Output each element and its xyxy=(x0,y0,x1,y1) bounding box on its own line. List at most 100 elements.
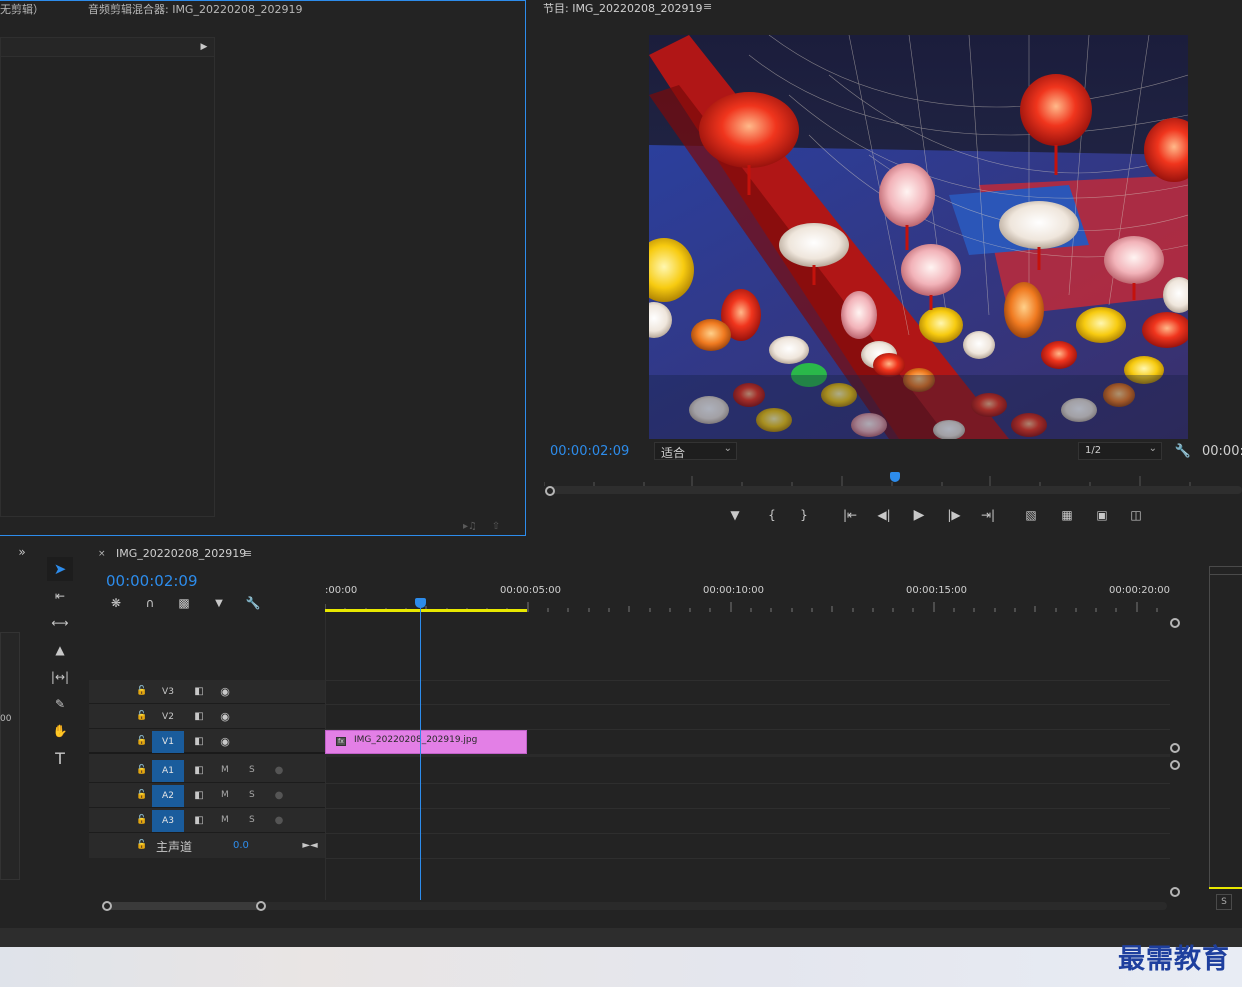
resolution-label: 1/2 xyxy=(1085,445,1102,456)
slip-tool-icon[interactable]: |↔| xyxy=(49,666,71,688)
add-marker-icon[interactable]: ▼ xyxy=(727,507,743,523)
audio-scroll-top-handle[interactable] xyxy=(1170,760,1180,770)
microphone-icon[interactable]: ● xyxy=(273,813,285,827)
lock-icon[interactable]: 🔓 xyxy=(136,709,148,723)
nest-icon[interactable]: ❋ xyxy=(107,595,125,611)
audio-output-icon[interactable]: ▸♫ xyxy=(462,519,478,533)
audio-scroll-bottom-handle[interactable] xyxy=(1170,887,1180,897)
type-tool-icon[interactable]: T xyxy=(49,747,71,769)
lift-icon[interactable]: ▧ xyxy=(1021,507,1041,523)
add-marker-icon[interactable]: ▼ xyxy=(210,595,228,611)
sync-lock-icon[interactable]: ◧ xyxy=(192,709,206,723)
image-clip[interactable]: fx IMG_20220208_202919.jpg xyxy=(325,730,527,754)
sequence-menu-icon[interactable]: ≡ xyxy=(243,547,252,560)
playhead-handle-icon[interactable] xyxy=(415,598,426,608)
close-tab-icon[interactable]: × xyxy=(98,549,106,559)
expand-arrow-icon[interactable]: ▶ xyxy=(198,39,210,55)
timeline-settings-icon[interactable]: 🔧 xyxy=(244,595,262,611)
fit-dropdown[interactable]: 适合 ⌄ xyxy=(654,442,737,460)
eye-icon[interactable]: ◉ xyxy=(218,734,232,748)
lock-icon[interactable]: 🔓 xyxy=(136,684,148,698)
eye-icon[interactable]: ◉ xyxy=(218,709,232,723)
program-title[interactable]: 节目: IMG_20220208_202919 xyxy=(543,0,702,16)
sequence-timecode[interactable]: 00:00:02:09 xyxy=(106,572,198,590)
meter-solo-button[interactable]: S xyxy=(1216,894,1232,910)
sync-lock-icon[interactable]: ◧ xyxy=(192,734,206,748)
lock-icon[interactable]: 🔓 xyxy=(136,813,148,827)
track-label-a2[interactable]: A2 xyxy=(152,785,184,807)
go-to-in-icon[interactable]: |⇤ xyxy=(841,507,859,523)
track-label-v2[interactable]: V2 xyxy=(152,706,184,728)
lock-icon[interactable]: 🔓 xyxy=(136,763,148,777)
camera-icon[interactable]: ▣ xyxy=(1093,507,1111,523)
sync-lock-icon[interactable]: ◧ xyxy=(192,813,206,827)
sync-lock-icon[interactable]: ◧ xyxy=(192,763,206,777)
button-editor-icon[interactable]: ◫ xyxy=(1126,507,1146,523)
track-label-a3[interactable]: A3 xyxy=(152,810,184,832)
track-a1-header: 🔓 A1 ◧ M S ● xyxy=(89,759,325,783)
mute-button[interactable]: M xyxy=(221,765,229,775)
timeline-zoom-range[interactable] xyxy=(107,902,261,910)
timeline-zoom-bar[interactable] xyxy=(107,902,1167,910)
track-select-tool-icon[interactable]: ⇤ xyxy=(49,585,71,607)
ruler-label-0: :00:00 xyxy=(325,585,358,596)
program-timecode[interactable]: 00:00:02:09 xyxy=(550,444,629,459)
extract-icon[interactable]: ▦ xyxy=(1057,507,1077,523)
tab-no-clip[interactable]: 无剪辑） xyxy=(0,1,44,17)
step-back-icon[interactable]: ◀| xyxy=(875,507,893,523)
ripple-edit-tool-icon[interactable]: ⟷ xyxy=(49,612,71,634)
mute-button[interactable]: M xyxy=(221,790,229,800)
eye-icon[interactable]: ◉ xyxy=(218,684,232,698)
solo-button[interactable]: S xyxy=(249,765,255,775)
master-value[interactable]: 0.0 xyxy=(233,840,249,851)
lane-a3 xyxy=(325,809,1170,834)
program-ruler[interactable] xyxy=(543,470,1242,486)
audio-meter-panel: S xyxy=(1197,540,1242,925)
track-label-v1[interactable]: V1 xyxy=(152,731,184,753)
microphone-icon[interactable]: ● xyxy=(273,763,285,777)
track-label-v3[interactable]: V3 xyxy=(152,681,184,703)
track-label-a1[interactable]: A1 xyxy=(152,760,184,782)
sequence-tab[interactable]: IMG_20220208_202919 xyxy=(116,547,246,560)
clip-fx-icon: fx xyxy=(336,737,346,746)
hand-tool-icon[interactable]: ✋ xyxy=(49,720,71,742)
pen-tool-icon[interactable]: ✎ xyxy=(49,693,71,715)
program-playhead-icon[interactable] xyxy=(890,472,900,482)
video-scroll-bottom-handle[interactable] xyxy=(1170,743,1180,753)
tab-audio-mixer[interactable]: 音频剪辑混合器: IMG_20220208_202919 xyxy=(88,1,302,17)
lane-v3 xyxy=(325,680,1170,705)
mute-button[interactable]: M xyxy=(221,815,229,825)
solo-button[interactable]: S xyxy=(249,815,255,825)
solo-button[interactable]: S xyxy=(249,790,255,800)
playhead-line[interactable] xyxy=(420,604,421,900)
mark-in-icon[interactable]: { xyxy=(764,507,780,523)
linked-selection-icon[interactable]: ▩ xyxy=(175,595,193,611)
program-zoom-bar[interactable] xyxy=(546,486,1242,494)
program-menu-icon[interactable]: ≡ xyxy=(703,0,712,13)
zoom-end-handle[interactable] xyxy=(256,901,266,911)
video-scroll-top-handle[interactable] xyxy=(1170,618,1180,628)
fit-dropdown-label: 适合 xyxy=(661,446,686,460)
mark-out-icon[interactable]: } xyxy=(796,507,812,523)
wrench-icon[interactable]: 🔧 xyxy=(1175,443,1191,459)
track-v3-header: 🔓 V3 ◧ ◉ xyxy=(89,680,325,704)
selection-tool-icon[interactable]: ➤ xyxy=(47,557,73,581)
play-icon[interactable]: ▶ xyxy=(910,506,928,524)
lock-icon[interactable]: 🔓 xyxy=(136,788,148,802)
go-to-out-icon[interactable]: ⇥| xyxy=(979,507,997,523)
sync-lock-icon[interactable]: ◧ xyxy=(192,788,206,802)
lock-icon[interactable]: 🔓 xyxy=(136,838,148,852)
lock-icon[interactable]: 🔓 xyxy=(136,734,148,748)
export-icon[interactable]: ⇧ xyxy=(488,519,504,533)
expand-panels-icon[interactable]: » xyxy=(14,544,30,560)
sync-lock-icon[interactable]: ◧ xyxy=(192,684,206,698)
master-track-header: 🔓 主声道 0.0 ►◄ xyxy=(89,834,325,858)
program-zoom-handle[interactable] xyxy=(545,486,555,496)
zoom-start-handle[interactable] xyxy=(102,901,112,911)
master-end-icon[interactable]: ►◄ xyxy=(302,838,317,852)
resolution-dropdown[interactable]: 1/2 ⌄ xyxy=(1078,442,1162,460)
razor-tool-icon[interactable]: ▲ xyxy=(49,639,71,661)
snap-icon[interactable]: ∩ xyxy=(141,595,159,611)
microphone-icon[interactable]: ● xyxy=(273,788,285,802)
step-forward-icon[interactable]: |▶ xyxy=(945,507,963,523)
